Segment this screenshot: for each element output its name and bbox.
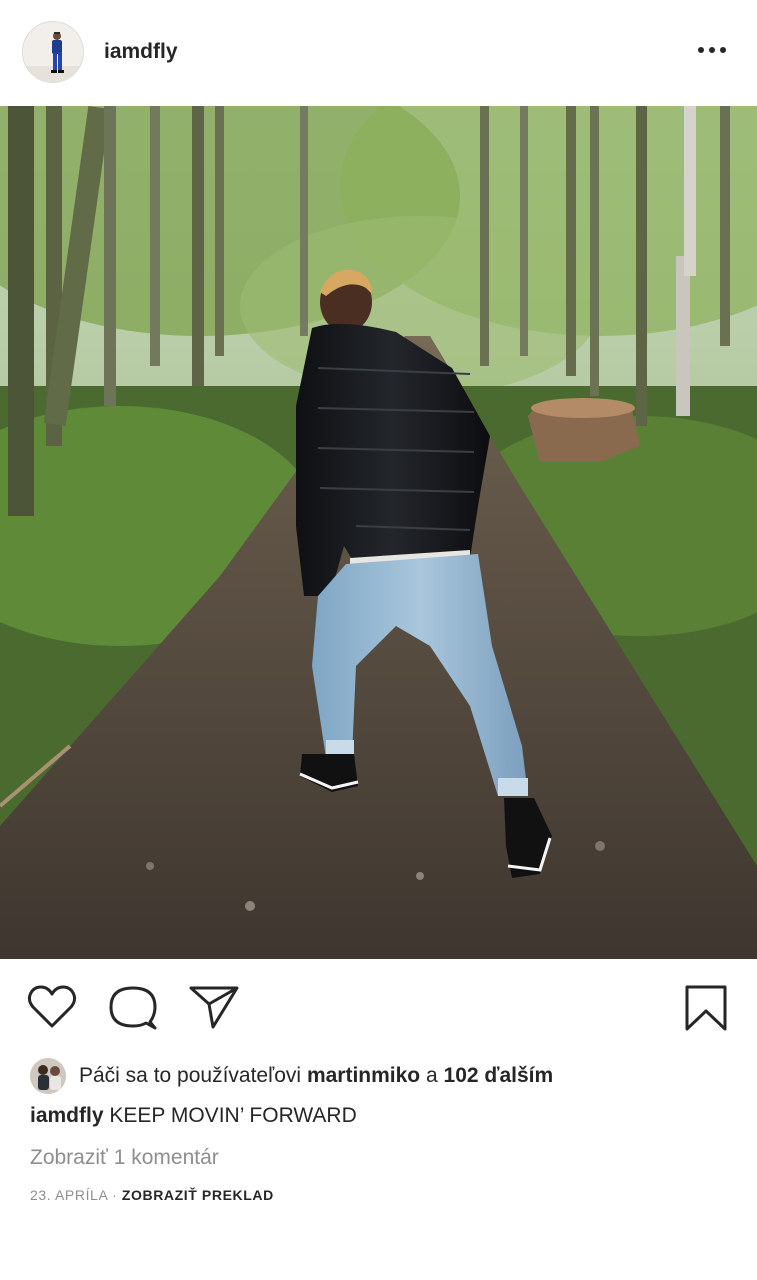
more-horizontal-icon: [698, 47, 726, 53]
likes-others-count[interactable]: 102 ďalším: [444, 1064, 554, 1088]
paper-plane-icon: [189, 986, 239, 1029]
heart-icon: [27, 985, 77, 1028]
liker-avatar[interactable]: [30, 1058, 66, 1094]
likes-prefix: Páči sa to používateľovi: [79, 1064, 302, 1087]
post-actions-bar: [0, 960, 757, 1056]
caption-text: KEEP MOVIN’ FORWARD: [109, 1104, 357, 1127]
share-button[interactable]: [188, 984, 240, 1035]
post-meta: 23. apríla · Zobraziť preklad: [30, 1187, 274, 1203]
profile-avatar-image: [23, 22, 83, 82]
meta-separator: ·: [112, 1187, 118, 1203]
post-header: iamdfly: [0, 0, 757, 104]
caption-username[interactable]: iamdfly: [30, 1104, 104, 1127]
view-comments-link[interactable]: Zobraziť 1 komentár: [30, 1146, 219, 1170]
comment-button[interactable]: [108, 984, 158, 1037]
post-date: 23. apríla: [30, 1187, 108, 1203]
see-translation-link[interactable]: Zobraziť preklad: [122, 1187, 274, 1203]
save-button[interactable]: [684, 984, 728, 1037]
forest-path-photo: [0, 106, 757, 959]
post-caption: iamdfly KEEP MOVIN’ FORWARD: [30, 1104, 357, 1128]
profile-avatar[interactable]: [22, 21, 84, 83]
like-button[interactable]: [27, 984, 77, 1035]
likes-summary: Páči sa to používateľovi martinmiko a 10…: [30, 1056, 553, 1096]
comment-bubble-icon: [109, 986, 157, 1030]
bookmark-icon: [685, 985, 727, 1031]
likes-connector: a: [425, 1064, 438, 1087]
post-photo[interactable]: [0, 106, 757, 959]
post-username[interactable]: iamdfly: [104, 40, 178, 64]
liker-username[interactable]: martinmiko: [307, 1064, 420, 1088]
more-options-button[interactable]: [697, 40, 729, 60]
liker-avatar-image: [30, 1058, 66, 1094]
